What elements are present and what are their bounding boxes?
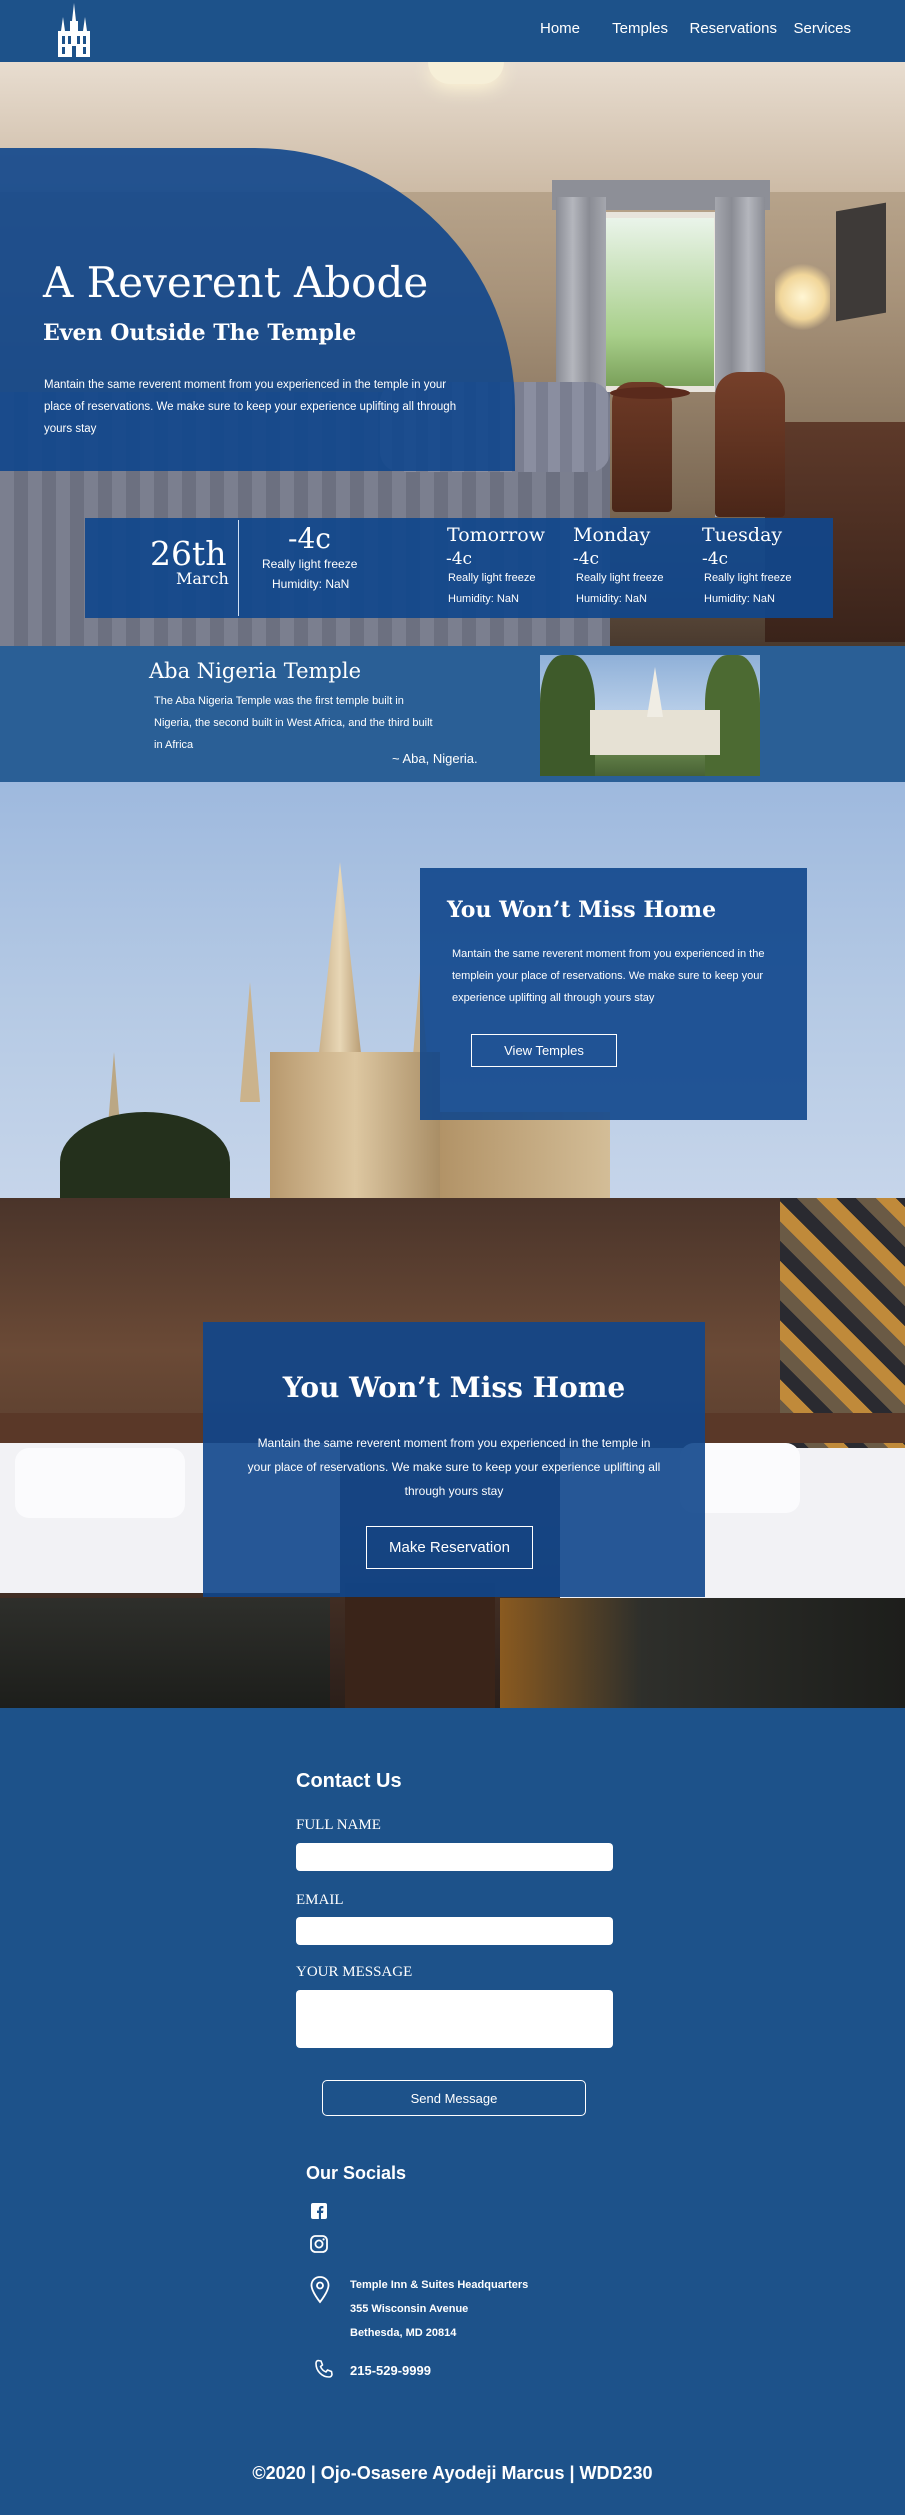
phone-icon <box>315 2359 333 2378</box>
nav-home[interactable]: Home <box>540 20 580 37</box>
temple-spotlight-location: ~ Aba, Nigeria. <box>392 751 478 766</box>
forecast-temp: -4c <box>573 549 600 569</box>
message-label: YOUR MESSAGE <box>296 1964 413 1980</box>
hero-text: Mantain the same reverent moment from yo… <box>44 379 457 435</box>
email-input[interactable] <box>296 1917 613 1945</box>
facebook-icon[interactable] <box>308 2200 330 2222</box>
forecast-day: Monday <box>573 524 651 546</box>
temple-spotlight-text: The Aba Nigeria Temple was the first tem… <box>154 695 433 751</box>
nav-temples[interactable]: Temples <box>612 20 668 37</box>
forecast-humidity: Humidity: NaN <box>576 593 647 605</box>
forecast-desc: Really light freeze <box>448 572 536 584</box>
reservation-text: Mantain the same reverent moment from yo… <box>247 1436 661 1498</box>
weather-day: 26th <box>150 534 227 573</box>
contact-title: Contact Us <box>296 1770 402 1792</box>
weather-desc: Really light freeze <box>262 557 358 571</box>
forecast-day: Tuesday <box>702 524 783 546</box>
address-line: Bethesda, MD 20814 <box>350 2327 457 2339</box>
forecast-desc: Really light freeze <box>576 572 664 584</box>
forecast-temp: -4c <box>702 549 729 569</box>
message-textarea[interactable] <box>296 1990 613 2048</box>
forecast-humidity: Humidity: NaN <box>704 593 775 605</box>
weather-divider <box>238 520 239 616</box>
address-line: 355 Wisconsin Avenue <box>350 2303 469 2315</box>
socials-title: Our Socials <box>306 2163 407 2183</box>
nav-reservations[interactable]: Reservations <box>689 20 777 37</box>
forecast-temp: -4c <box>446 549 473 569</box>
temple-logo[interactable] <box>54 3 94 59</box>
view-temples-title: You Won’t Miss Home <box>447 897 717 923</box>
weather-temp: -4c <box>288 522 331 555</box>
forecast-humidity: Humidity: NaN <box>448 593 519 605</box>
email-label: EMAIL <box>296 1892 344 1908</box>
hero-title: A Reverent Abode <box>43 258 429 307</box>
weather-month: March <box>176 569 229 588</box>
view-temples-button[interactable]: View Temples <box>471 1034 617 1067</box>
reservation-title: You Won’t Miss Home <box>282 1371 626 1404</box>
weather-humidity: Humidity: NaN <box>272 577 350 591</box>
address-line: Temple Inn & Suites Headquarters <box>350 2279 529 2291</box>
forecast-desc: Really light freeze <box>704 572 792 584</box>
footer-copyright: ©2020 | Ojo-Osasere Ayodeji Marcus | WDD… <box>252 2463 653 2483</box>
full-name-label: FULL NAME <box>296 1817 381 1833</box>
temple-spotlight-title: Aba Nigeria Temple <box>149 659 362 683</box>
location-pin-icon <box>310 2276 330 2304</box>
nav-services[interactable]: Services <box>793 20 851 37</box>
view-temples-text: Mantain the same reverent moment from yo… <box>452 948 765 1004</box>
site-header: Home Temples Reservations Services <box>0 0 905 62</box>
forecast-day: Tomorrow <box>447 524 545 546</box>
hero-subtitle: Even Outside The Temple <box>43 320 357 346</box>
make-reservation-button[interactable]: Make Reservation <box>366 1526 533 1569</box>
temple-photo <box>540 655 760 776</box>
instagram-icon[interactable] <box>308 2233 330 2255</box>
phone-number[interactable]: 215-529-9999 <box>350 2363 431 2378</box>
full-name-input[interactable] <box>296 1843 613 1871</box>
send-message-button[interactable]: Send Message <box>322 2080 586 2116</box>
